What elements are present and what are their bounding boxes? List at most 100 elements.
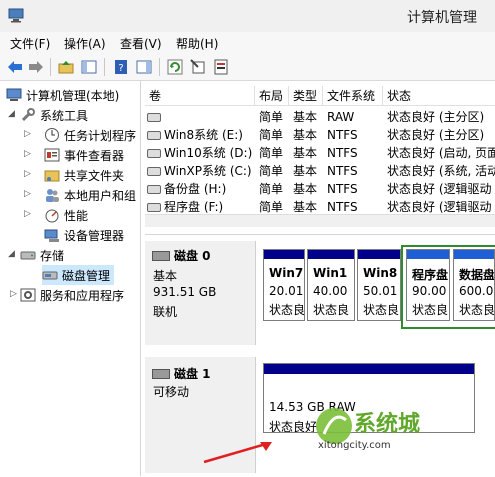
horizontal-scrollbar[interactable] (145, 214, 495, 227)
column-header-status[interactable]: 状态 (383, 86, 495, 106)
tree-label: 设备管理器 (64, 228, 125, 243)
drive-icon (147, 203, 161, 212)
partition-status: 状态良 (313, 303, 350, 317)
partition-win10[interactable]: Win1 40.00 状态良 (307, 249, 355, 321)
menu-view[interactable]: 查看(V) (120, 35, 162, 52)
expand-arrow-icon[interactable]: ▷ (24, 129, 31, 139)
table-row[interactable]: 简单 基本 RAW 状态良好 (主分区) (145, 108, 495, 126)
clock-icon (44, 127, 60, 143)
tree-label: 磁盘管理 (62, 268, 111, 283)
tree-item-system-tools[interactable]: 系统工具 (20, 105, 88, 125)
menu-help[interactable]: 帮助(H) (176, 35, 218, 52)
table-row[interactable]: WinXP系统 (C:) 简单 基本 NTFS 状态良好 (系统, 活动 (145, 162, 495, 180)
volume-type: 基本 (293, 200, 318, 214)
tree-item-services-apps[interactable]: 服务和应用程序 (20, 285, 124, 305)
volume-filesystem: NTFS (327, 182, 358, 196)
tree-item-shared-folders[interactable]: 共享文件夹 (44, 165, 124, 185)
tree-item-device-manager[interactable]: 设备管理器 (44, 225, 124, 245)
tree-item-performance[interactable]: 性能 (44, 205, 88, 225)
back-arrow-icon[interactable] (6, 58, 24, 76)
menu-file[interactable]: 文件(F) (10, 35, 50, 52)
tree-item-local-users[interactable]: 本地用户和组 (44, 185, 136, 205)
column-header-layout[interactable]: 布局 (255, 86, 289, 106)
volume-layout: 简单 (259, 128, 284, 142)
services-icon (20, 287, 36, 303)
volume-name: Win10系统 (D:) (164, 146, 253, 160)
partition-bar (264, 364, 474, 374)
table-row[interactable]: 备份盘 (H:) 简单 基本 NTFS 状态良好 (逻辑驱动 (145, 180, 495, 198)
volume-status: 状态良好 (启动, 页面 (387, 146, 495, 160)
volume-type: 基本 (293, 164, 318, 178)
volume-type: 基本 (293, 182, 318, 196)
shared-folder-icon (44, 167, 60, 183)
table-row[interactable]: Win8系统 (E:) 简单 基本 NTFS 状态良好 (主分区) (145, 126, 495, 144)
partition-bar (454, 250, 494, 259)
volume-filesystem: NTFS (327, 146, 358, 160)
partition-name: 程序盘 (412, 268, 449, 282)
toolbar: ? (0, 54, 495, 81)
help-icon[interactable]: ? (112, 58, 130, 76)
partition-bar (358, 250, 400, 259)
disk-0-status: 联机 (153, 305, 178, 319)
partition-win7[interactable]: Win7 20.01 状态良 (263, 249, 305, 321)
navigation-tree: 计算机管理(本地) ◢ 系统工具 ▷ 任务计划程序 ▷ 事件查看器 ▷ 共享文件… (0, 81, 141, 476)
column-header-volume[interactable]: 卷 (145, 86, 255, 106)
menu-action[interactable]: 操作(A) (64, 35, 106, 52)
tree-item-storage[interactable]: 存储 (20, 245, 64, 265)
expand-arrow-icon[interactable]: ▷ (24, 149, 31, 159)
volume-filesystem: RAW (327, 110, 355, 124)
partition-size: 50.01 (363, 284, 398, 298)
users-icon (44, 187, 60, 203)
expand-arrow-icon[interactable]: ▷ (24, 189, 31, 199)
partition-data[interactable]: 数据盘 600.0 状态良 (453, 249, 495, 321)
volume-layout: 简单 (259, 146, 284, 160)
partition-status: 状态良 (459, 303, 495, 317)
collapse-arrow-icon[interactable]: ◢ (8, 249, 15, 259)
expand-arrow-icon[interactable]: ▷ (24, 169, 31, 179)
tree-item-event-viewer[interactable]: 事件查看器 (44, 145, 124, 165)
disk-icon (152, 250, 170, 261)
partition-win8[interactable]: Win8 50.01 状态良 (357, 249, 401, 321)
partition-program[interactable]: 程序盘 90.00 状态良 (406, 249, 450, 321)
export-list-icon[interactable] (212, 58, 230, 76)
refresh-icon[interactable] (166, 58, 184, 76)
volume-status: 状态良好 (逻辑驱动 (387, 182, 492, 196)
collapse-arrow-icon[interactable]: ◢ (8, 109, 15, 119)
tree-item-disk-management[interactable]: 磁盘管理 (42, 265, 115, 285)
volume-name: Win8系统 (E:) (164, 128, 243, 142)
show-hide-tree-icon[interactable] (80, 58, 98, 76)
column-header-type[interactable]: 类型 (289, 86, 323, 106)
expand-arrow-icon[interactable]: ▷ (10, 289, 17, 299)
tree-label: 共享文件夹 (64, 168, 125, 183)
forward-arrow-icon[interactable] (27, 58, 45, 76)
partition-bar (264, 250, 304, 259)
properties-icon[interactable] (189, 58, 207, 76)
expand-arrow-icon[interactable]: ▷ (24, 209, 31, 219)
device-manager-icon (44, 227, 60, 243)
volume-layout: 简单 (259, 164, 284, 178)
disk-0-label-panel[interactable]: 磁盘 0 基本 931.51 GB 联机 (145, 241, 256, 345)
computer-management-icon (8, 7, 24, 23)
annotation-arrow-icon (203, 442, 272, 464)
menu-bar: 文件(F) 操作(A) 查看(V) 帮助(H) (0, 32, 495, 54)
partition-size: 600.0 (459, 284, 494, 298)
table-row[interactable]: 程序盘 (F:) 简单 基本 NTFS 状态良好 (逻辑驱动 (145, 198, 495, 214)
partition-name: Win1 (313, 266, 348, 280)
title-bar: 计算机管理 (0, 0, 495, 32)
volume-status: 状态良好 (主分区) (387, 110, 485, 124)
column-header-filesystem[interactable]: 文件系统 (323, 86, 383, 106)
disk-management-icon (42, 267, 58, 283)
tree-label: 本地用户和组 (64, 188, 137, 203)
volume-status: 状态良好 (逻辑驱动 (387, 200, 492, 214)
partition-size: 20.01 (269, 284, 304, 298)
show-action-pane-icon[interactable] (135, 58, 153, 76)
performance-icon (44, 207, 60, 223)
tree-item-task-scheduler[interactable]: 任务计划程序 (44, 125, 136, 145)
volume-filesystem: NTFS (327, 128, 358, 142)
partition-status: 状态良 (363, 303, 400, 317)
up-folder-icon[interactable] (57, 58, 75, 76)
drive-icon (147, 131, 161, 140)
tree-item-root[interactable]: 计算机管理(本地) (6, 85, 119, 105)
partition-name: 数据盘 (459, 268, 495, 282)
table-row[interactable]: Win10系统 (D:) 简单 基本 NTFS 状态良好 (启动, 页面 (145, 144, 495, 162)
